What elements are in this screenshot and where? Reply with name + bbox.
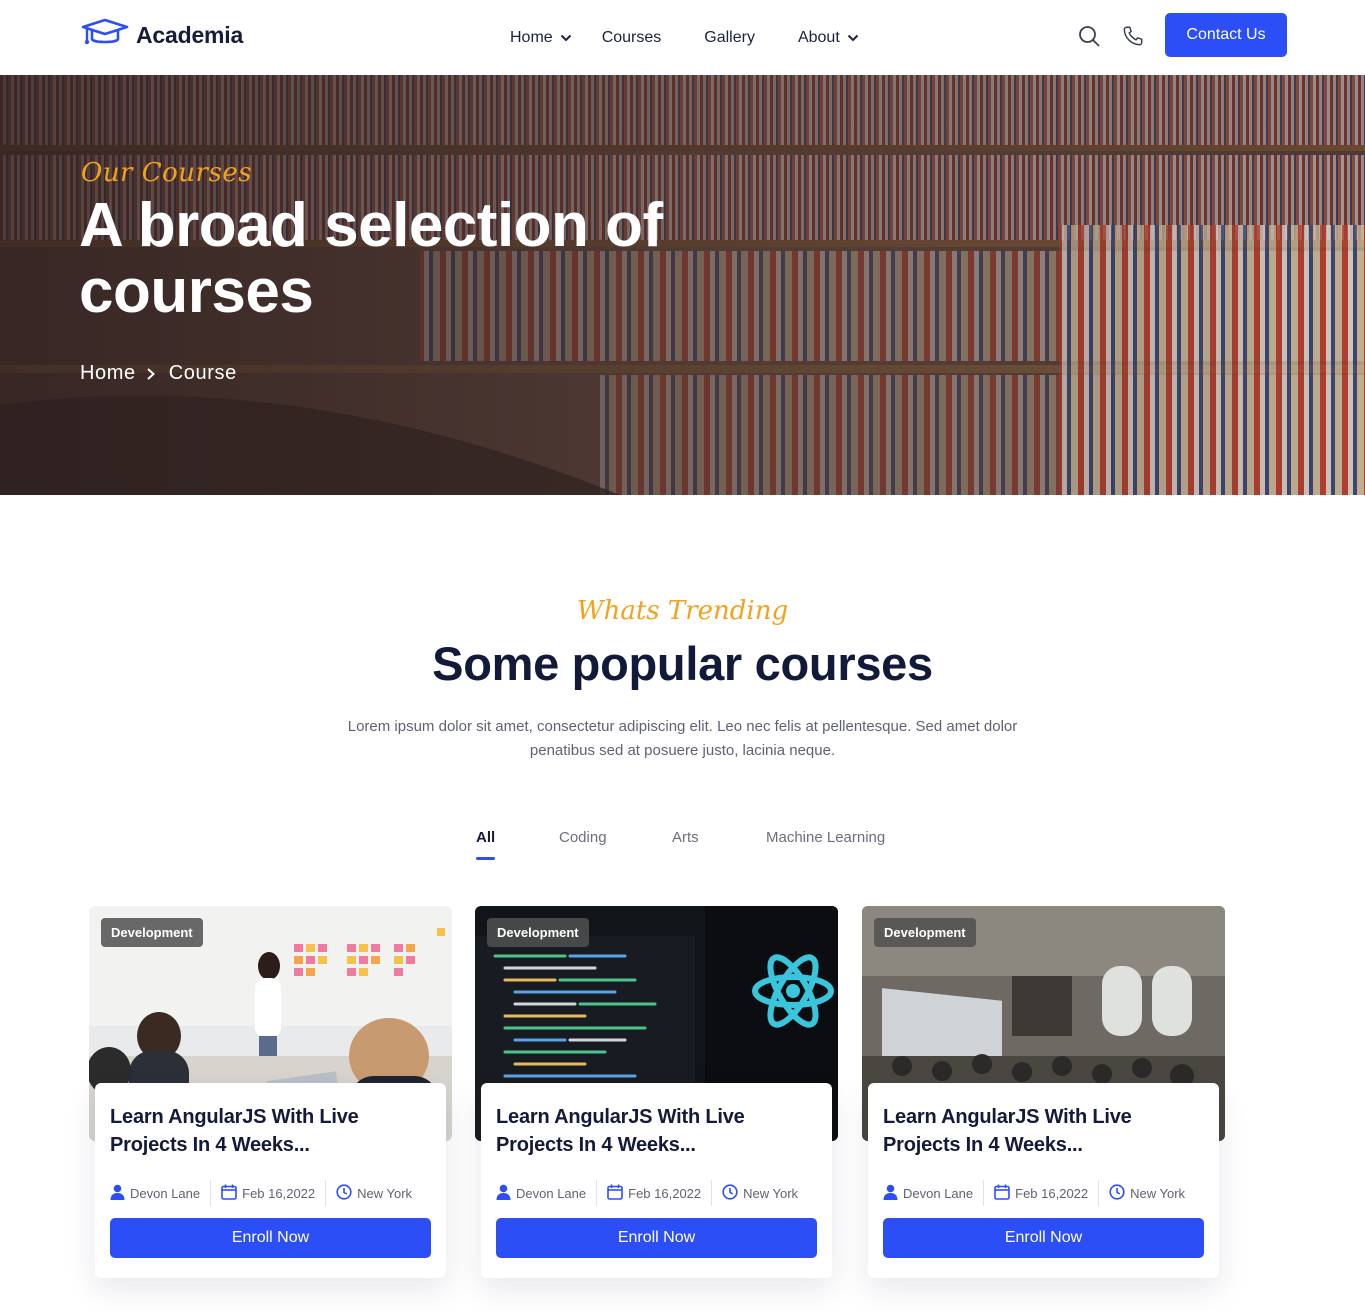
- location-text: New York: [743, 1185, 799, 1201]
- brand-name: Academia: [136, 22, 244, 48]
- hero-title: A broad selection of courses: [79, 191, 663, 326]
- graduation-cap-icon: [81, 18, 129, 53]
- enroll-now-button[interactable]: Enroll Now: [496, 1218, 817, 1258]
- nav-item-label: About: [797, 28, 840, 46]
- section-tagline: Whats Trending: [576, 596, 789, 626]
- enroll-now-button[interactable]: Enroll Now: [883, 1218, 1204, 1258]
- divider: [210, 1180, 212, 1206]
- author-name: Devon Lane: [130, 1185, 201, 1201]
- date-text: Feb 16,2022: [1015, 1185, 1089, 1201]
- main-nav: Home Courses Gallery About: [510, 0, 859, 75]
- divider: [325, 1180, 327, 1206]
- contact-us-button[interactable]: Contact Us: [1165, 13, 1287, 57]
- course-date: Feb 16,2022: [221, 1184, 315, 1203]
- tab-machine-learning[interactable]: Machine Learning: [766, 829, 885, 846]
- course-author: Devon Lane: [496, 1184, 586, 1203]
- divider: [596, 1180, 598, 1206]
- course-location: New York: [722, 1183, 799, 1203]
- search-icon[interactable]: [1077, 24, 1101, 48]
- category-badge: Development: [101, 918, 203, 947]
- chevron-right-icon: [146, 367, 156, 381]
- course-card-body: Learn AngularJS With Live Projects In 4 …: [95, 1083, 446, 1278]
- tab-all[interactable]: All: [476, 829, 496, 860]
- brand-logo[interactable]: Academia: [81, 18, 243, 53]
- date-text: Feb 16,2022: [628, 1185, 702, 1201]
- course-title[interactable]: Learn AngularJS With Live Projects In 4 …: [883, 1103, 1213, 1159]
- author-name: Devon Lane: [903, 1185, 974, 1201]
- author-name: Devon Lane: [516, 1185, 587, 1201]
- clock-icon: [1109, 1183, 1125, 1203]
- section-title: Some popular courses: [432, 637, 933, 690]
- calendar-icon: [994, 1184, 1010, 1203]
- phone-icon[interactable]: [1121, 24, 1145, 48]
- course-card-body: Learn AngularJS With Live Projects In 4 …: [481, 1083, 832, 1278]
- hero-tagline: Our Courses: [81, 158, 253, 188]
- course-title[interactable]: Learn AngularJS With Live Projects In 4 …: [496, 1103, 826, 1159]
- course-meta: Devon Lane Feb 16,2022 New York: [110, 1180, 412, 1206]
- user-icon: [883, 1184, 898, 1203]
- tab-arts[interactable]: Arts: [672, 829, 699, 846]
- location-text: New York: [357, 1185, 413, 1201]
- nav-item-home[interactable]: Home: [510, 29, 572, 47]
- course-location: New York: [1109, 1183, 1186, 1203]
- chevron-down-icon: [847, 34, 859, 42]
- calendar-icon: [607, 1184, 623, 1203]
- course-card: Development Learn AngularJS With Live Pr…: [475, 906, 838, 1278]
- course-card-body: Learn AngularJS With Live Projects In 4 …: [868, 1083, 1219, 1278]
- chevron-down-icon: [560, 34, 572, 42]
- course-meta: Devon Lane Feb 16,2022 New York: [883, 1180, 1185, 1206]
- course-author: Devon Lane: [110, 1184, 200, 1203]
- breadcrumb-current: Course: [168, 362, 237, 384]
- calendar-icon: [221, 1184, 237, 1203]
- course-location: New York: [336, 1183, 413, 1203]
- course-date: Feb 16,2022: [607, 1184, 701, 1203]
- clock-icon: [722, 1183, 738, 1203]
- category-badge: Development: [874, 918, 976, 947]
- nav-item-label: Home: [510, 28, 553, 46]
- divider: [1098, 1180, 1100, 1206]
- course-card: Development Learn AngularJS With Live Pr…: [862, 906, 1225, 1278]
- nav-item-courses[interactable]: Courses: [602, 29, 662, 47]
- enroll-now-button[interactable]: Enroll Now: [110, 1218, 431, 1258]
- date-text: Feb 16,2022: [242, 1185, 316, 1201]
- section-description: Lorem ipsum dolor sit amet, consectetur …: [347, 718, 1018, 759]
- nav-item-label: Gallery: [704, 28, 755, 46]
- user-icon: [496, 1184, 511, 1203]
- nav-item-gallery[interactable]: Gallery: [704, 29, 755, 47]
- breadcrumb-home[interactable]: Home: [80, 362, 136, 385]
- course-date: Feb 16,2022: [994, 1184, 1088, 1203]
- course-filter-tabs: All Coding Arts Machine Learning: [0, 829, 1365, 865]
- nav-item-label: Courses: [601, 28, 662, 46]
- user-icon: [110, 1184, 125, 1203]
- course-meta: Devon Lane Feb 16,2022 New York: [496, 1180, 798, 1206]
- site-header: Academia Home Courses Gallery About Cont…: [0, 0, 1365, 75]
- course-title[interactable]: Learn AngularJS With Live Projects In 4 …: [110, 1103, 440, 1159]
- course-author: Devon Lane: [883, 1184, 973, 1203]
- divider: [983, 1180, 985, 1206]
- divider: [711, 1180, 713, 1206]
- hero-banner: Our Courses A broad selection of courses…: [0, 75, 1365, 495]
- location-text: New York: [1130, 1185, 1186, 1201]
- category-badge: Development: [487, 918, 589, 947]
- nav-item-about[interactable]: About: [798, 29, 859, 47]
- tab-coding[interactable]: Coding: [559, 829, 607, 846]
- clock-icon: [336, 1183, 352, 1203]
- course-card: Development Learn AngularJS With Live Pr…: [89, 906, 452, 1278]
- breadcrumb: Home Course: [80, 362, 237, 385]
